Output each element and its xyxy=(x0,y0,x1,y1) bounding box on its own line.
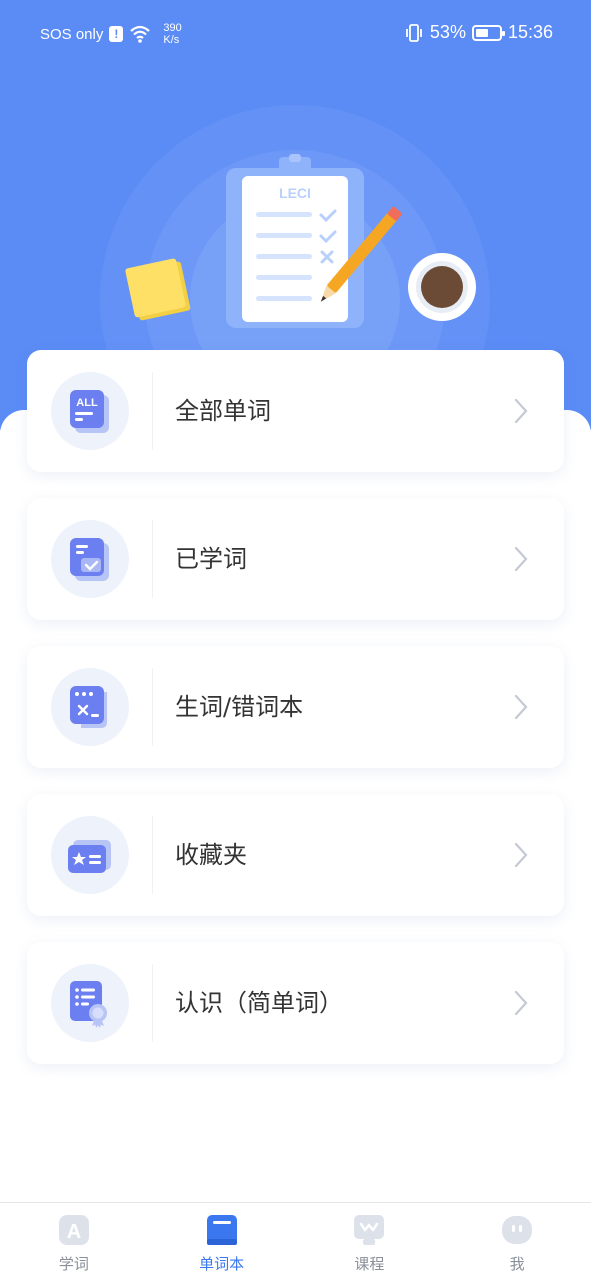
chevron-right-icon xyxy=(514,842,528,868)
bottom-tab-bar: A 学词 单词本 课程 我 xyxy=(0,1202,591,1280)
known-words-icon xyxy=(51,964,129,1042)
menu-item-all-words[interactable]: ALL 全部单词 xyxy=(27,350,564,472)
tab-study[interactable]: A 学词 xyxy=(0,1203,148,1280)
tab-profile[interactable]: 我 xyxy=(443,1203,591,1280)
all-words-icon: ALL xyxy=(51,372,129,450)
menu-item-label: 已学词 xyxy=(175,545,247,573)
chevron-right-icon xyxy=(514,398,528,424)
menu-item-label: 生词/错词本 xyxy=(175,693,304,721)
profile-icon xyxy=(502,1216,533,1244)
clock: 15:36 xyxy=(507,22,553,42)
battery-fill xyxy=(475,28,488,37)
vibrate-icon xyxy=(406,23,422,42)
chevron-right-icon xyxy=(514,990,528,1016)
study-icon: A xyxy=(58,1215,89,1245)
net-speed-unit: K/s xyxy=(163,34,180,46)
status-bar: SOS only ! 390 K/s 53% 15:36 xyxy=(0,0,591,66)
menu-item-mistake-words[interactable]: 生词/错词本 xyxy=(27,646,564,768)
course-icon xyxy=(354,1215,385,1245)
card-divider xyxy=(152,372,153,450)
wordbook-list: ALL 全部单词 已学词 生词/错词本 收藏夹 认识（简单词） xyxy=(27,350,564,1090)
battery-icon xyxy=(471,24,505,41)
mistake-words-icon xyxy=(51,668,129,746)
tab-label: 课程 xyxy=(354,1255,385,1273)
svg-text:A: A xyxy=(67,1221,81,1243)
learned-words-icon xyxy=(51,520,129,598)
tab-label: 我 xyxy=(509,1255,525,1273)
menu-item-learned-words[interactable]: 已学词 xyxy=(27,498,564,620)
menu-item-label: 认识（简单词） xyxy=(175,989,343,1017)
tab-label: 学词 xyxy=(58,1255,89,1273)
chevron-right-icon xyxy=(514,546,528,572)
menu-item-favorites[interactable]: 收藏夹 xyxy=(27,794,564,916)
carrier-text: SOS only xyxy=(40,25,104,43)
net-speed: 390 K/s xyxy=(163,22,181,46)
sticky-note-icon xyxy=(125,258,191,321)
card-divider xyxy=(152,964,153,1042)
svg-text:LECI: LECI xyxy=(279,185,311,201)
sim-alert-icon: ! xyxy=(109,26,124,42)
menu-item-known-words[interactable]: 认识（简单词） xyxy=(27,942,564,1064)
battery-percent: 53% xyxy=(429,22,466,42)
card-divider xyxy=(152,668,153,746)
wifi-icon xyxy=(130,25,151,43)
card-divider xyxy=(152,520,153,598)
tab-label: 单词本 xyxy=(199,1255,245,1273)
menu-item-label: 全部单词 xyxy=(175,397,271,425)
chevron-right-icon xyxy=(514,694,528,720)
clipboard-icon: LECI xyxy=(226,154,364,328)
coffee-cup-icon xyxy=(408,253,476,321)
net-speed-value: 390 xyxy=(163,22,182,34)
menu-item-label: 收藏夹 xyxy=(175,841,247,869)
tab-course[interactable]: 课程 xyxy=(296,1203,444,1280)
svg-text:ALL: ALL xyxy=(76,397,98,409)
favorites-icon xyxy=(51,816,129,894)
card-divider xyxy=(152,816,153,894)
tab-wordbook[interactable]: 单词本 xyxy=(148,1203,296,1280)
wordbook-icon xyxy=(206,1215,237,1245)
